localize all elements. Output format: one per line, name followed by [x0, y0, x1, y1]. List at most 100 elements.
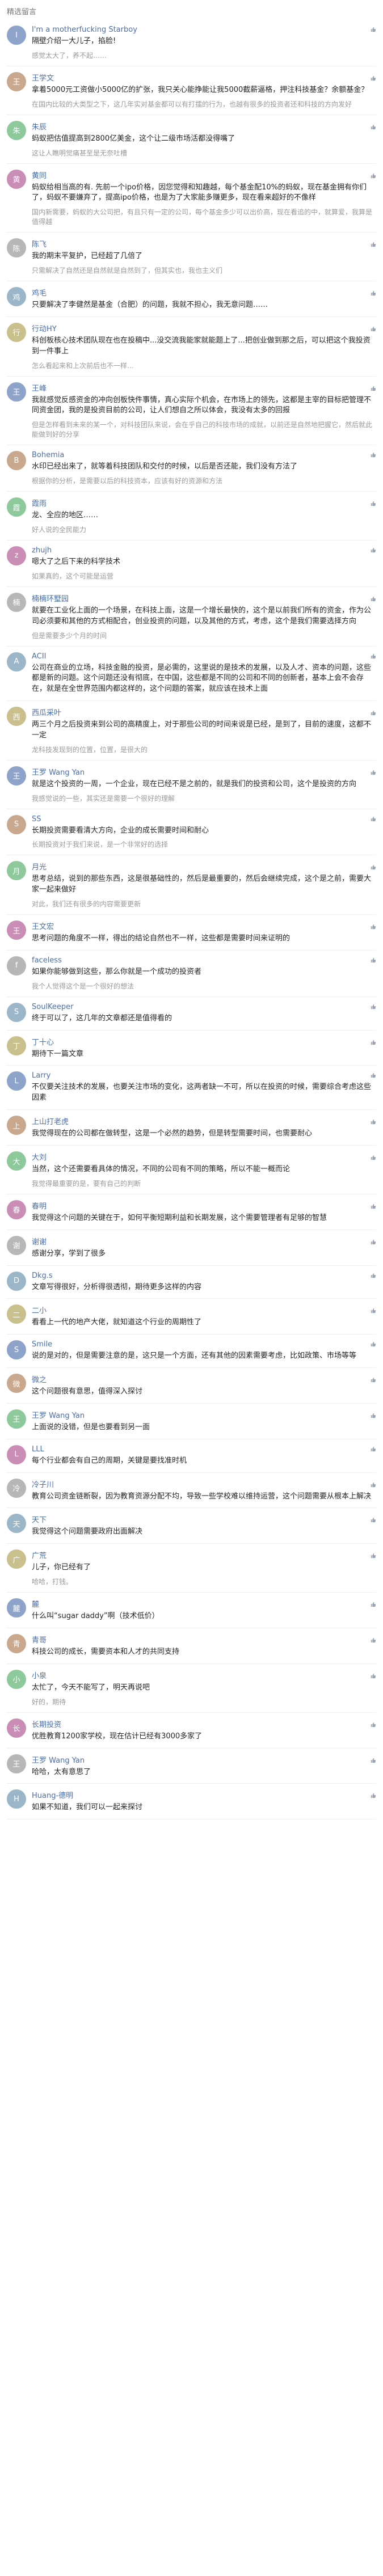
like-button[interactable] [371, 1757, 376, 1763]
like-button[interactable] [371, 290, 376, 296]
like-button[interactable] [371, 1341, 376, 1347]
like-button[interactable] [371, 1072, 376, 1078]
comment-username[interactable]: 大刘 [32, 1151, 47, 1162]
comment-username[interactable]: 丁十心 [32, 1036, 54, 1047]
comment-username[interactable]: LLL [32, 1445, 44, 1454]
avatar[interactable]: 微 [7, 1374, 26, 1393]
avatar[interactable]: 麓 [7, 1598, 26, 1618]
like-button[interactable] [371, 1118, 376, 1125]
like-button[interactable] [371, 957, 376, 963]
avatar[interactable]: B [7, 451, 26, 471]
comment-username[interactable]: SoulKeeper [32, 1003, 74, 1011]
like-button[interactable] [371, 124, 376, 129]
avatar[interactable]: 小 [7, 1669, 26, 1689]
comment-username[interactable]: 楠楠环墅园 [32, 593, 69, 603]
avatar[interactable]: 天 [7, 1514, 26, 1534]
comment-username[interactable]: 微之 [32, 1374, 47, 1384]
like-button[interactable] [371, 710, 376, 716]
like-button[interactable] [371, 1601, 376, 1607]
like-button[interactable] [371, 500, 376, 506]
comment-username[interactable]: 春明 [32, 1200, 47, 1211]
comment-username[interactable]: 二小 [32, 1304, 47, 1315]
like-button[interactable] [371, 1239, 376, 1244]
like-button[interactable] [371, 1637, 376, 1643]
like-button[interactable] [371, 1412, 376, 1418]
avatar[interactable]: 王 [7, 1754, 26, 1773]
comment-username[interactable]: 朱辰 [32, 121, 47, 132]
avatar[interactable]: H [7, 1789, 26, 1809]
avatar[interactable]: 朱 [7, 120, 26, 140]
like-button[interactable] [371, 596, 376, 601]
comment-username[interactable]: 青哥 [32, 1634, 47, 1645]
comment-username[interactable]: faceless [32, 956, 62, 965]
avatar[interactable]: 王 [7, 382, 26, 402]
avatar[interactable]: 长 [7, 1718, 26, 1738]
comment-username[interactable]: 黄同 [32, 170, 47, 180]
like-button[interactable] [371, 1203, 376, 1209]
like-button[interactable] [371, 75, 376, 81]
comment-username[interactable]: SS [32, 815, 41, 824]
like-button[interactable] [371, 769, 376, 775]
comment-username[interactable]: 陈飞 [32, 238, 47, 249]
like-button[interactable] [371, 547, 376, 553]
like-button[interactable] [371, 1272, 376, 1278]
like-button[interactable] [371, 1307, 376, 1314]
comment-username[interactable]: 谢谢 [32, 1236, 47, 1247]
comment-username[interactable]: 王罗 Wang Yan [32, 1409, 85, 1420]
like-button[interactable] [371, 241, 376, 247]
avatar[interactable]: D [7, 1271, 26, 1291]
avatar[interactable]: 王 [7, 71, 26, 91]
comment-username[interactable]: Dkg.s [32, 1272, 53, 1280]
like-button[interactable] [371, 1673, 376, 1678]
comment-username[interactable]: 王峰 [32, 382, 47, 393]
avatar[interactable]: 广 [7, 1549, 26, 1569]
like-button[interactable] [371, 326, 376, 332]
like-button[interactable] [371, 653, 376, 658]
avatar[interactable]: S [7, 1002, 26, 1022]
comment-username[interactable]: 广荒 [32, 1549, 47, 1560]
comment-username[interactable]: 鸡毛 [32, 287, 47, 298]
avatar[interactable]: 行 [7, 322, 26, 342]
avatar[interactable]: 西 [7, 707, 26, 727]
avatar[interactable]: S [7, 814, 26, 834]
like-button[interactable] [371, 864, 376, 870]
avatar[interactable]: 霞 [7, 497, 26, 517]
comment-username[interactable]: 王学文 [32, 72, 54, 83]
like-button[interactable] [371, 1792, 376, 1798]
avatar[interactable]: 王 [7, 920, 26, 940]
avatar[interactable]: 鸡 [7, 287, 26, 307]
comment-username[interactable]: 行动HY [32, 323, 57, 333]
comment-username[interactable]: 麓 [32, 1598, 39, 1609]
avatar[interactable]: 月 [7, 861, 26, 881]
like-button[interactable] [371, 172, 376, 178]
like-button[interactable] [371, 1154, 376, 1160]
like-button[interactable] [371, 1039, 376, 1045]
comment-username[interactable]: Smile [32, 1340, 52, 1349]
comment-username[interactable]: 王文宏 [32, 920, 54, 931]
comment-username[interactable]: 月光 [32, 861, 47, 872]
avatar[interactable]: 黄 [7, 169, 26, 189]
avatar[interactable]: A [7, 652, 26, 672]
avatar[interactable]: 大 [7, 1151, 26, 1171]
avatar[interactable]: 二 [7, 1304, 26, 1324]
comment-username[interactable]: zhujh [32, 546, 52, 555]
comment-username[interactable]: 上山打老虎 [32, 1116, 69, 1126]
avatar[interactable]: 上 [7, 1116, 26, 1135]
avatar[interactable]: 谢 [7, 1235, 26, 1255]
comment-username[interactable]: 王罗 Wang Yan [32, 766, 85, 777]
comment-username[interactable]: Larry [32, 1071, 50, 1080]
like-button[interactable] [371, 1517, 376, 1523]
avatar[interactable]: I [7, 26, 26, 45]
comment-username[interactable]: 西瓜采叶 [32, 707, 61, 717]
like-button[interactable] [371, 451, 376, 458]
comment-username[interactable]: 冷子川 [32, 1479, 54, 1489]
like-button[interactable] [371, 385, 376, 391]
comment-username[interactable]: 霞雨 [32, 497, 47, 508]
like-button[interactable] [371, 1376, 376, 1383]
comment-username[interactable]: Huang-德明 [32, 1789, 73, 1800]
avatar[interactable]: 王 [7, 766, 26, 786]
like-button[interactable] [371, 1552, 376, 1559]
comment-username[interactable]: Bohemia [32, 451, 64, 459]
like-button[interactable] [371, 923, 376, 930]
avatar[interactable]: f [7, 956, 26, 975]
